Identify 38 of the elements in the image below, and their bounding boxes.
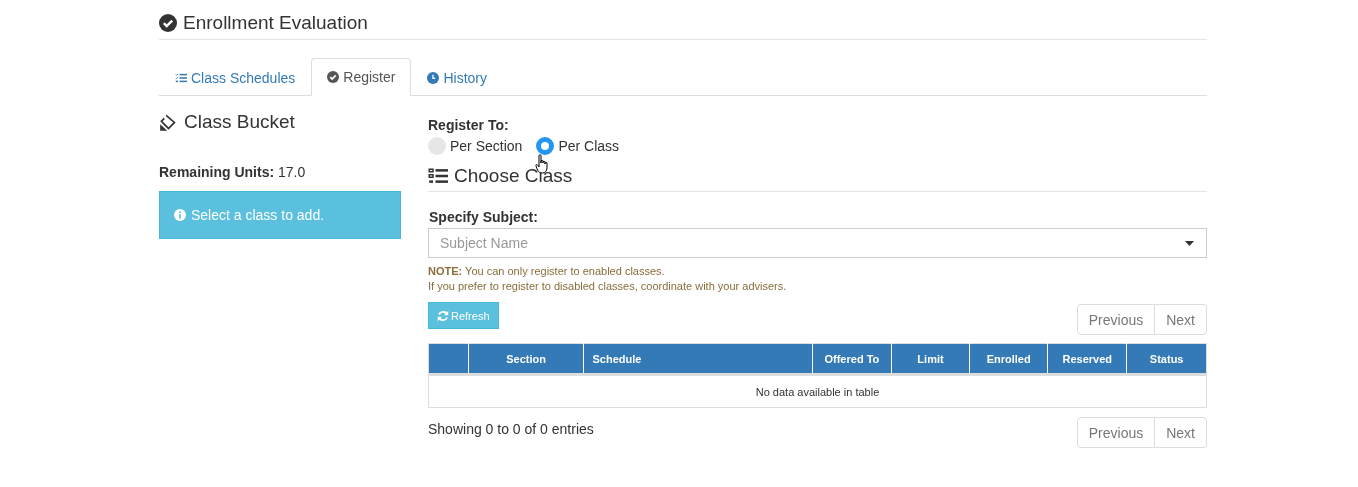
- radio-button[interactable]: [536, 137, 555, 155]
- column-header[interactable]: Schedule: [583, 343, 813, 375]
- remaining-units: Remaining Units: 17.0: [159, 164, 307, 180]
- column-header[interactable]: Status: [1126, 343, 1207, 375]
- check-circle-icon: [327, 71, 340, 83]
- check-circle-icon: [159, 14, 177, 32]
- tab[interactable]: Register: [311, 58, 412, 96]
- field-label: Register To:: [428, 117, 510, 133]
- previous-button[interactable]: Previous: [1076, 304, 1156, 335]
- clock-icon: [427, 71, 440, 84]
- refresh-icon: [437, 309, 449, 322]
- section-title: Choose Class: [454, 165, 573, 187]
- tab[interactable]: Class Schedules: [159, 58, 312, 96]
- radio-option[interactable]: Per Class: [536, 137, 620, 155]
- page-title: Enrollment Evaluation: [183, 12, 368, 34]
- column-header[interactable]: Enrolled: [969, 343, 1048, 375]
- entries-info: Showing 0 to 0 of 0 entries: [428, 421, 594, 437]
- list-icon: [428, 166, 448, 186]
- next-button[interactable]: Next: [1155, 417, 1207, 448]
- column-header[interactable]: Offered To: [812, 343, 892, 375]
- column-header[interactable]: Section: [468, 343, 584, 375]
- checklist-icon: [175, 71, 187, 84]
- info-icon: [174, 209, 186, 221]
- radio-button[interactable]: [428, 137, 446, 155]
- note-text: NOTE: You can only register to enabled classes. If you prefer to register to disabled classes, coordinate with your advisers.: [428, 264, 788, 294]
- paint-bucket-icon: [159, 112, 178, 132]
- previous-button[interactable]: Previous: [1076, 417, 1156, 448]
- tab[interactable]: History: [411, 58, 503, 96]
- column-header[interactable]: Limit: [891, 343, 970, 375]
- column-header[interactable]: Reserved: [1047, 343, 1127, 375]
- info-alert: Select a class to add.: [159, 191, 401, 239]
- field-label: Specify Subject:: [429, 209, 539, 225]
- empty-message: No data available in table: [428, 374, 1207, 408]
- next-button[interactable]: Next: [1155, 304, 1207, 335]
- caret-icon: [1185, 240, 1194, 246]
- radio-option[interactable]: Per Section: [428, 137, 523, 155]
- subject-select[interactable]: Subject Name: [428, 228, 1207, 258]
- section-title: Class Bucket: [184, 111, 295, 133]
